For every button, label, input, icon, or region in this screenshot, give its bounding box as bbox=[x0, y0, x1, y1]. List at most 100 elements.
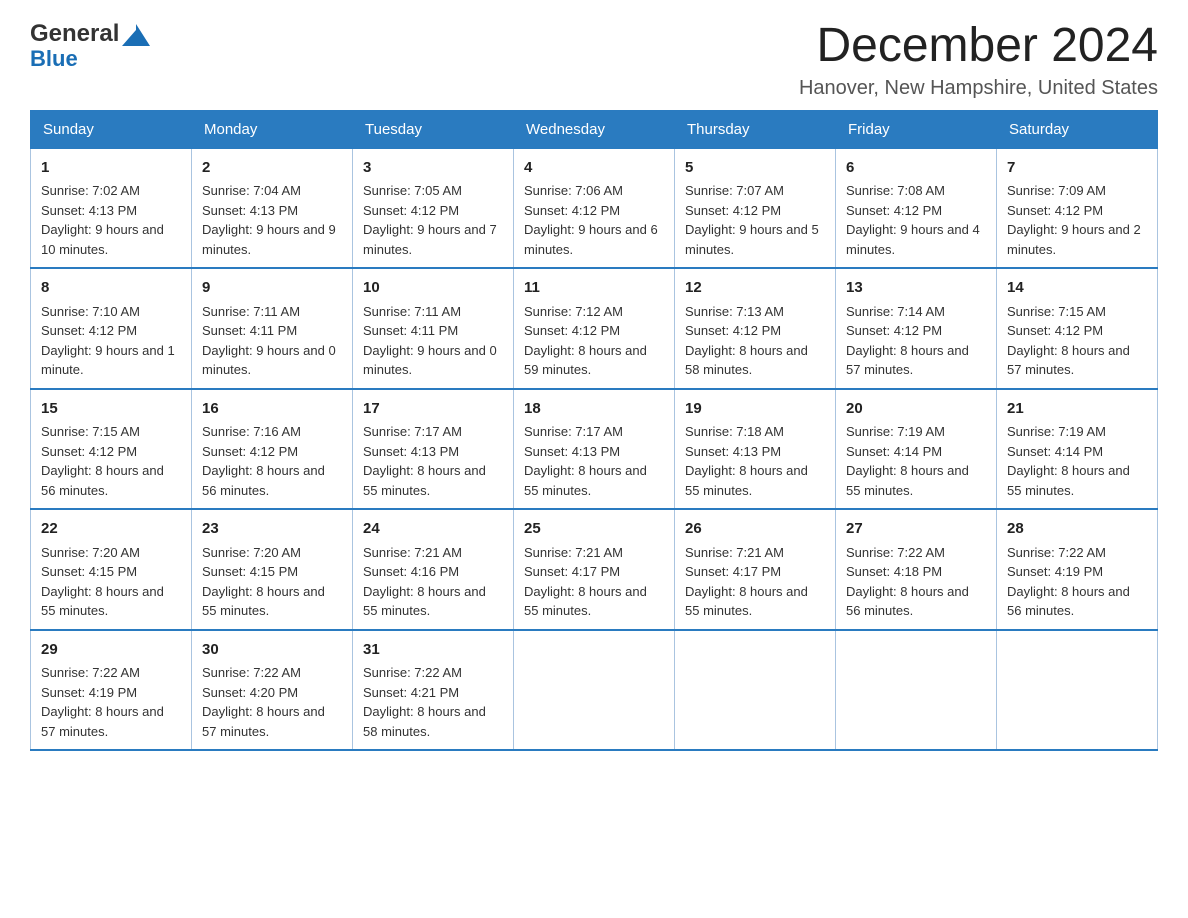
daylight-label: Daylight: 8 hours and 55 minutes. bbox=[524, 584, 647, 619]
sunrise-label: Sunrise: 7:11 AM bbox=[202, 304, 300, 319]
daylight-label: Daylight: 8 hours and 55 minutes. bbox=[524, 463, 647, 498]
sunset-label: Sunset: 4:12 PM bbox=[1007, 203, 1103, 218]
sunset-label: Sunset: 4:13 PM bbox=[202, 203, 298, 218]
sunrise-label: Sunrise: 7:13 AM bbox=[685, 304, 784, 319]
calendar-cell: 20 Sunrise: 7:19 AM Sunset: 4:14 PM Dayl… bbox=[836, 389, 997, 510]
calendar-table: Sunday Monday Tuesday Wednesday Thursday… bbox=[30, 110, 1158, 752]
daylight-label: Daylight: 8 hours and 55 minutes. bbox=[363, 463, 486, 498]
calendar-week-row: 15 Sunrise: 7:15 AM Sunset: 4:12 PM Dayl… bbox=[31, 389, 1158, 510]
calendar-title: December 2024 bbox=[799, 20, 1158, 73]
daylight-label: Daylight: 8 hours and 57 minutes. bbox=[1007, 343, 1130, 378]
calendar-cell: 5 Sunrise: 7:07 AM Sunset: 4:12 PM Dayli… bbox=[675, 148, 836, 268]
daylight-label: Daylight: 8 hours and 55 minutes. bbox=[846, 463, 969, 498]
sunset-label: Sunset: 4:12 PM bbox=[685, 323, 781, 338]
daylight-label: Daylight: 8 hours and 55 minutes. bbox=[363, 584, 486, 619]
daylight-label: Daylight: 9 hours and 1 minute. bbox=[41, 343, 175, 378]
header-thursday: Thursday bbox=[675, 110, 836, 148]
day-number: 16 bbox=[202, 398, 342, 421]
day-number: 9 bbox=[202, 277, 342, 300]
calendar-cell: 14 Sunrise: 7:15 AM Sunset: 4:12 PM Dayl… bbox=[997, 268, 1158, 389]
daylight-label: Daylight: 8 hours and 59 minutes. bbox=[524, 343, 647, 378]
calendar-cell: 8 Sunrise: 7:10 AM Sunset: 4:12 PM Dayli… bbox=[31, 268, 192, 389]
sunset-label: Sunset: 4:19 PM bbox=[41, 685, 137, 700]
sunset-label: Sunset: 4:13 PM bbox=[685, 444, 781, 459]
sunrise-label: Sunrise: 7:19 AM bbox=[1007, 424, 1106, 439]
sunrise-label: Sunrise: 7:04 AM bbox=[202, 183, 301, 198]
sunset-label: Sunset: 4:16 PM bbox=[363, 564, 459, 579]
logo-blue-text: Blue bbox=[30, 48, 78, 70]
days-header-row: Sunday Monday Tuesday Wednesday Thursday… bbox=[31, 110, 1158, 148]
sunset-label: Sunset: 4:12 PM bbox=[846, 323, 942, 338]
day-number: 3 bbox=[363, 157, 503, 180]
daylight-label: Daylight: 8 hours and 55 minutes. bbox=[685, 584, 808, 619]
daylight-label: Daylight: 8 hours and 55 minutes. bbox=[685, 463, 808, 498]
calendar-cell: 21 Sunrise: 7:19 AM Sunset: 4:14 PM Dayl… bbox=[997, 389, 1158, 510]
daylight-label: Daylight: 9 hours and 7 minutes. bbox=[363, 222, 497, 257]
sunset-label: Sunset: 4:12 PM bbox=[846, 203, 942, 218]
day-number: 5 bbox=[685, 157, 825, 180]
header-friday: Friday bbox=[836, 110, 997, 148]
daylight-label: Daylight: 8 hours and 56 minutes. bbox=[202, 463, 325, 498]
sunset-label: Sunset: 4:13 PM bbox=[524, 444, 620, 459]
sunrise-label: Sunrise: 7:17 AM bbox=[363, 424, 462, 439]
day-number: 7 bbox=[1007, 157, 1147, 180]
sunset-label: Sunset: 4:15 PM bbox=[41, 564, 137, 579]
calendar-cell: 27 Sunrise: 7:22 AM Sunset: 4:18 PM Dayl… bbox=[836, 509, 997, 630]
logo-triangle-icon bbox=[122, 24, 150, 46]
header-sunday: Sunday bbox=[31, 110, 192, 148]
daylight-label: Daylight: 8 hours and 55 minutes. bbox=[1007, 463, 1130, 498]
calendar-cell bbox=[514, 630, 675, 751]
sunset-label: Sunset: 4:12 PM bbox=[41, 323, 137, 338]
logo-general-text: General bbox=[30, 20, 119, 48]
daylight-label: Daylight: 8 hours and 55 minutes. bbox=[202, 584, 325, 619]
day-number: 27 bbox=[846, 518, 986, 541]
sunrise-label: Sunrise: 7:21 AM bbox=[685, 545, 784, 560]
sunrise-label: Sunrise: 7:05 AM bbox=[363, 183, 462, 198]
sunset-label: Sunset: 4:12 PM bbox=[524, 203, 620, 218]
sunset-label: Sunset: 4:12 PM bbox=[524, 323, 620, 338]
sunrise-label: Sunrise: 7:17 AM bbox=[524, 424, 623, 439]
daylight-label: Daylight: 8 hours and 57 minutes. bbox=[846, 343, 969, 378]
day-number: 19 bbox=[685, 398, 825, 421]
calendar-header: Sunday Monday Tuesday Wednesday Thursday… bbox=[31, 110, 1158, 148]
calendar-week-row: 29 Sunrise: 7:22 AM Sunset: 4:19 PM Dayl… bbox=[31, 630, 1158, 751]
calendar-cell: 25 Sunrise: 7:21 AM Sunset: 4:17 PM Dayl… bbox=[514, 509, 675, 630]
sunset-label: Sunset: 4:21 PM bbox=[363, 685, 459, 700]
day-number: 14 bbox=[1007, 277, 1147, 300]
calendar-cell bbox=[997, 630, 1158, 751]
daylight-label: Daylight: 9 hours and 9 minutes. bbox=[202, 222, 336, 257]
title-section: December 2024 Hanover, New Hampshire, Un… bbox=[799, 20, 1158, 100]
day-number: 4 bbox=[524, 157, 664, 180]
sunrise-label: Sunrise: 7:20 AM bbox=[202, 545, 301, 560]
sunrise-label: Sunrise: 7:08 AM bbox=[846, 183, 945, 198]
calendar-cell: 31 Sunrise: 7:22 AM Sunset: 4:21 PM Dayl… bbox=[353, 630, 514, 751]
sunset-label: Sunset: 4:20 PM bbox=[202, 685, 298, 700]
sunset-label: Sunset: 4:15 PM bbox=[202, 564, 298, 579]
calendar-cell: 10 Sunrise: 7:11 AM Sunset: 4:11 PM Dayl… bbox=[353, 268, 514, 389]
calendar-cell: 28 Sunrise: 7:22 AM Sunset: 4:19 PM Dayl… bbox=[997, 509, 1158, 630]
day-number: 15 bbox=[41, 398, 181, 421]
day-number: 12 bbox=[685, 277, 825, 300]
day-number: 28 bbox=[1007, 518, 1147, 541]
sunset-label: Sunset: 4:12 PM bbox=[41, 444, 137, 459]
calendar-cell: 30 Sunrise: 7:22 AM Sunset: 4:20 PM Dayl… bbox=[192, 630, 353, 751]
daylight-label: Daylight: 9 hours and 2 minutes. bbox=[1007, 222, 1141, 257]
daylight-label: Daylight: 9 hours and 4 minutes. bbox=[846, 222, 980, 257]
sunrise-label: Sunrise: 7:06 AM bbox=[524, 183, 623, 198]
sunset-label: Sunset: 4:12 PM bbox=[685, 203, 781, 218]
daylight-label: Daylight: 8 hours and 56 minutes. bbox=[846, 584, 969, 619]
logo: General Blue bbox=[30, 20, 150, 70]
sunset-label: Sunset: 4:13 PM bbox=[363, 444, 459, 459]
calendar-body: 1 Sunrise: 7:02 AM Sunset: 4:13 PM Dayli… bbox=[31, 148, 1158, 750]
day-number: 2 bbox=[202, 157, 342, 180]
sunset-label: Sunset: 4:12 PM bbox=[1007, 323, 1103, 338]
sunrise-label: Sunrise: 7:15 AM bbox=[1007, 304, 1106, 319]
daylight-label: Daylight: 9 hours and 5 minutes. bbox=[685, 222, 819, 257]
sunset-label: Sunset: 4:17 PM bbox=[524, 564, 620, 579]
day-number: 22 bbox=[41, 518, 181, 541]
sunset-label: Sunset: 4:11 PM bbox=[202, 323, 297, 338]
day-number: 1 bbox=[41, 157, 181, 180]
calendar-cell bbox=[675, 630, 836, 751]
day-number: 24 bbox=[363, 518, 503, 541]
calendar-cell: 13 Sunrise: 7:14 AM Sunset: 4:12 PM Dayl… bbox=[836, 268, 997, 389]
